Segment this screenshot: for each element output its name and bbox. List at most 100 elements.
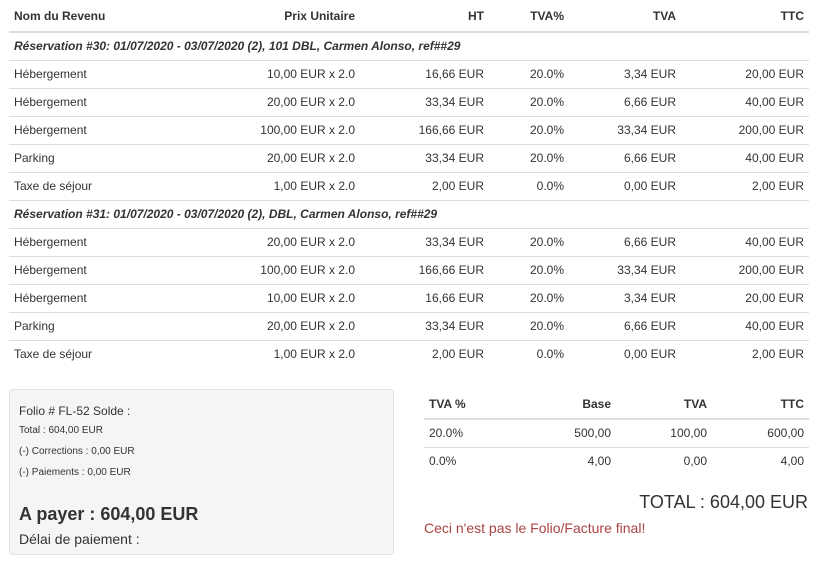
- amount-ttc: 200,00 EUR: [681, 255, 809, 284]
- unit-price: 10,00 EUR x 2.0: [199, 59, 360, 88]
- tva-col-pct: TVA %: [424, 389, 520, 420]
- amount-ttc: 40,00 EUR: [681, 227, 809, 256]
- col-header-tva-pct: TVA%: [489, 0, 569, 33]
- reservation-group-header: Réservation #30: 01/07/2020 - 03/07/2020…: [9, 31, 809, 60]
- amount-ttc: 20,00 EUR: [681, 59, 809, 88]
- tva-rate: 20.0%: [489, 59, 569, 88]
- revenue-name: Hébergement: [9, 283, 199, 312]
- table-row: Taxe de séjour 1,00 EUR x 2.0 2,00 EUR 0.0%…: [9, 339, 809, 368]
- amount-ht: 16,66 EUR: [360, 59, 489, 88]
- amount-tva: 6,66 EUR: [569, 227, 681, 256]
- table-row: Hébergement 10,00 EUR x 2.0 16,66 EUR 20.0%…: [9, 283, 809, 312]
- unit-price: 20,00 EUR x 2.0: [199, 143, 360, 172]
- tva-rate: 20.0%: [489, 311, 569, 340]
- amount-ttc: 40,00 EUR: [681, 87, 809, 116]
- amount-ht: 166,66 EUR: [360, 255, 489, 284]
- tva-rate: 20.0%: [489, 115, 569, 144]
- unit-price: 20,00 EUR x 2.0: [199, 87, 360, 116]
- table-row: Hébergement 100,00 EUR x 2.0 166,66 EUR 20.…: [9, 115, 809, 144]
- table-row: Hébergement 10,00 EUR x 2.0 16,66 EUR 20.0%…: [9, 59, 809, 88]
- amount-ht: 2,00 EUR: [360, 339, 489, 368]
- folio-payments: (-) Paiements : 0,00 EUR: [19, 467, 131, 478]
- tva-rate: 20.0%: [489, 87, 569, 116]
- tva-amount: 0,00: [616, 446, 712, 475]
- revenue-table-header: Nom du Revenu Prix Unitaire HT TVA% TVA …: [9, 0, 809, 33]
- unit-price: 100,00 EUR x 2.0: [199, 255, 360, 284]
- tva-col-ttc: TTC: [712, 389, 809, 420]
- not-final-warning: Ceci n'est pas le Folio/Facture final!: [424, 520, 646, 536]
- tva-col-base: Base: [520, 389, 616, 420]
- revenue-table-body: Réservation #30: 01/07/2020 - 03/07/2020…: [9, 31, 809, 368]
- tva-rate: 20.0%: [489, 227, 569, 256]
- revenue-name: Parking: [9, 311, 199, 340]
- folio-summary-box: Folio # FL-52 Solde : Total : 604,00 EUR…: [9, 389, 394, 555]
- tva-rate: 0.0%: [489, 339, 569, 368]
- amount-to-pay: A payer : 604,00 EUR: [19, 504, 199, 524]
- unit-price: 20,00 EUR x 2.0: [199, 311, 360, 340]
- table-row: Hébergement 20,00 EUR x 2.0 33,34 EUR 20.0%…: [9, 227, 809, 256]
- table-row: Parking 20,00 EUR x 2.0 33,34 EUR 20.0% 6,66…: [9, 311, 809, 340]
- revenue-table: Nom du Revenu Prix Unitaire HT TVA% TVA …: [9, 0, 809, 368]
- amount-ttc: 20,00 EUR: [681, 283, 809, 312]
- amount-ttc: 2,00 EUR: [681, 171, 809, 200]
- unit-price: 1,00 EUR x 2.0: [199, 339, 360, 368]
- revenue-name: Parking: [9, 143, 199, 172]
- table-row: Taxe de séjour 1,00 EUR x 2.0 2,00 EUR 0.0%…: [9, 171, 809, 200]
- reservation-title: Réservation #31: 01/07/2020 - 03/07/2020…: [9, 199, 809, 228]
- tva-summary-body: 20.0% 500,00 100,00 600,00 0.0% 4,00 0,00 4,00: [424, 418, 809, 475]
- revenue-name: Hébergement: [9, 87, 199, 116]
- amount-tva: 3,34 EUR: [569, 283, 681, 312]
- amount-ttc: 40,00 EUR: [681, 311, 809, 340]
- tva-rate: 0.0%: [489, 171, 569, 200]
- reservation-group-header: Réservation #31: 01/07/2020 - 03/07/2020…: [9, 199, 809, 228]
- amount-tva: 0,00 EUR: [569, 339, 681, 368]
- revenue-name: Taxe de séjour: [9, 339, 199, 368]
- col-header-unit-price: Prix Unitaire: [199, 0, 360, 33]
- tva-ttc: 4,00: [712, 446, 809, 475]
- tva-rate: 20.0%: [489, 283, 569, 312]
- table-row: Hébergement 20,00 EUR x 2.0 33,34 EUR 20.0%…: [9, 87, 809, 116]
- tva-rate: 20.0%: [489, 143, 569, 172]
- amount-tva: 6,66 EUR: [569, 143, 681, 172]
- table-row: Parking 20,00 EUR x 2.0 33,34 EUR 20.0% 6,66…: [9, 143, 809, 172]
- tva-rate: 0.0%: [424, 446, 520, 475]
- revenue-name: Hébergement: [9, 115, 199, 144]
- unit-price: 10,00 EUR x 2.0: [199, 283, 360, 312]
- payment-delay: Délai de paiement :: [19, 531, 140, 547]
- amount-ht: 33,34 EUR: [360, 87, 489, 116]
- amount-tva: 6,66 EUR: [569, 311, 681, 340]
- col-header-ht: HT: [360, 0, 489, 33]
- tva-rate: 20.0%: [424, 418, 520, 447]
- revenue-name: Taxe de séjour: [9, 171, 199, 200]
- amount-ttc: 40,00 EUR: [681, 143, 809, 172]
- grand-total: TOTAL : 604,00 EUR: [639, 492, 808, 512]
- amount-ttc: 2,00 EUR: [681, 339, 809, 368]
- tva-summary-table: TVA % Base TVA TTC 20.0% 500,00 100,00 600,…: [424, 389, 809, 475]
- folio-total: Total : 604,00 EUR: [19, 425, 103, 436]
- amount-tva: 0,00 EUR: [569, 171, 681, 200]
- unit-price: 20,00 EUR x 2.0: [199, 227, 360, 256]
- tva-amount: 100,00: [616, 418, 712, 447]
- amount-tva: 33,34 EUR: [569, 255, 681, 284]
- tva-col-tva: TVA: [616, 389, 712, 420]
- table-row: Hébergement 100,00 EUR x 2.0 166,66 EUR 20.…: [9, 255, 809, 284]
- unit-price: 100,00 EUR x 2.0: [199, 115, 360, 144]
- amount-tva: 3,34 EUR: [569, 59, 681, 88]
- unit-price: 1,00 EUR x 2.0: [199, 171, 360, 200]
- amount-ht: 2,00 EUR: [360, 171, 489, 200]
- amount-ht: 33,34 EUR: [360, 143, 489, 172]
- col-header-ttc: TTC: [681, 0, 809, 33]
- revenue-name: Hébergement: [9, 255, 199, 284]
- tva-ttc: 600,00: [712, 418, 809, 447]
- folio-corrections: (-) Corrections : 0,00 EUR: [19, 446, 135, 457]
- table-row: 20.0% 500,00 100,00 600,00: [424, 418, 809, 447]
- tva-base: 500,00: [520, 418, 616, 447]
- revenue-name: Hébergement: [9, 59, 199, 88]
- table-row: 0.0% 4,00 0,00 4,00: [424, 446, 809, 475]
- reservation-title: Réservation #30: 01/07/2020 - 03/07/2020…: [9, 31, 809, 60]
- amount-ht: 166,66 EUR: [360, 115, 489, 144]
- tva-summary-header: TVA % Base TVA TTC: [424, 389, 809, 420]
- tva-rate: 20.0%: [489, 255, 569, 284]
- amount-tva: 33,34 EUR: [569, 115, 681, 144]
- amount-ht: 33,34 EUR: [360, 227, 489, 256]
